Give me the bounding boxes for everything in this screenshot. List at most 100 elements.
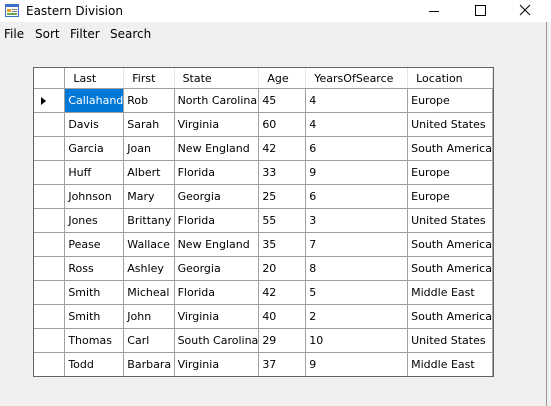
row-header[interactable] — [34, 328, 66, 353]
row-header[interactable] — [34, 208, 66, 233]
cell-location[interactable]: United States — [407, 112, 493, 137]
menu-filter[interactable]: Filter — [70, 26, 100, 42]
column-header-first[interactable]: First — [123, 68, 175, 89]
cell-years[interactable]: 7 — [305, 232, 409, 257]
menu-search[interactable]: Search — [110, 26, 151, 42]
cell-state[interactable]: Virginia — [174, 304, 260, 329]
table-row[interactable]: Smith John Virginia 40 2 South America — [34, 304, 493, 329]
cell-location[interactable]: South America — [407, 136, 493, 161]
cell-age[interactable]: 42 — [258, 280, 307, 305]
cell-state[interactable]: Georgia — [174, 256, 260, 281]
data-grid[interactable]: Last First State Age YearsOfSearce Locat… — [33, 67, 494, 377]
cell-first[interactable]: Rob — [123, 88, 175, 113]
close-button[interactable] — [503, 0, 549, 22]
menu-sort[interactable]: Sort — [35, 26, 60, 42]
row-header[interactable] — [34, 304, 66, 329]
cell-age[interactable]: 35 — [258, 232, 307, 257]
cell-age[interactable]: 42 — [258, 136, 307, 161]
cell-first[interactable]: Mary — [123, 184, 175, 209]
cell-location[interactable]: United States — [407, 208, 493, 233]
cell-first[interactable]: Sarah — [123, 112, 175, 137]
row-header[interactable] — [34, 160, 66, 185]
cell-last[interactable]: Jones — [64, 208, 125, 233]
cell-years[interactable]: 5 — [305, 280, 409, 305]
row-header[interactable] — [34, 256, 66, 281]
cell-location[interactable]: South America — [407, 256, 493, 281]
cell-last[interactable]: Pease — [64, 232, 125, 257]
cell-state[interactable]: South Carolina — [174, 328, 260, 353]
cell-years[interactable]: 9 — [305, 160, 409, 185]
cell-location[interactable]: Europe — [407, 184, 493, 209]
cell-state[interactable]: North Carolina — [174, 88, 260, 113]
cell-years[interactable]: 8 — [305, 256, 409, 281]
cell-last[interactable]: Garcia — [64, 136, 125, 161]
column-header-location[interactable]: Location — [407, 68, 493, 89]
table-row[interactable]: Garcia Joan New England 42 6 South Ameri… — [34, 136, 493, 161]
cell-first[interactable]: John — [123, 304, 175, 329]
cell-last[interactable]: Smith — [64, 280, 125, 305]
corner-header[interactable] — [34, 68, 66, 89]
cell-first[interactable]: Joan — [123, 136, 175, 161]
cell-location[interactable]: Middle East — [407, 352, 493, 376]
cell-years[interactable]: 6 — [305, 136, 409, 161]
cell-first[interactable]: Wallace — [123, 232, 175, 257]
cell-age[interactable]: 45 — [258, 88, 307, 113]
cell-age[interactable]: 33 — [258, 160, 307, 185]
cell-years[interactable]: 6 — [305, 184, 409, 209]
column-header-state[interactable]: State — [174, 68, 260, 89]
minimize-button[interactable] — [411, 0, 457, 22]
cell-state[interactable]: Florida — [174, 160, 260, 185]
cell-first[interactable]: Ashley — [123, 256, 175, 281]
table-row[interactable]: Jones Brittany Florida 55 3 United State… — [34, 208, 493, 233]
cell-location[interactable]: Europe — [407, 88, 493, 113]
cell-state[interactable]: Florida — [174, 208, 260, 233]
cell-last[interactable]: Callahand — [64, 88, 125, 113]
row-header[interactable] — [34, 184, 66, 209]
cell-last[interactable]: Huff — [64, 160, 125, 185]
cell-age[interactable]: 55 — [258, 208, 307, 233]
row-header[interactable] — [34, 112, 66, 137]
cell-state[interactable]: Florida — [174, 280, 260, 305]
cell-location[interactable]: Middle East — [407, 280, 493, 305]
cell-first[interactable]: Barbara — [123, 352, 175, 376]
cell-years[interactable]: 4 — [305, 88, 409, 113]
maximize-button[interactable] — [457, 0, 503, 22]
table-row[interactable]: Johnson Mary Georgia 25 6 Europe — [34, 184, 493, 209]
cell-last[interactable]: Smith — [64, 304, 125, 329]
row-header[interactable] — [34, 88, 66, 113]
row-header[interactable] — [34, 352, 66, 376]
table-row[interactable]: Smith Micheal Florida 42 5 Middle East — [34, 280, 493, 305]
table-row[interactable]: Todd Barbara Virginia 37 9 Middle East — [34, 352, 493, 376]
cell-age[interactable]: 29 — [258, 328, 307, 353]
cell-age[interactable]: 25 — [258, 184, 307, 209]
cell-last[interactable]: Johnson — [64, 184, 125, 209]
row-header[interactable] — [34, 280, 66, 305]
cell-first[interactable]: Albert — [123, 160, 175, 185]
menu-file[interactable]: File — [4, 26, 24, 42]
cell-state[interactable]: New England — [174, 232, 260, 257]
cell-age[interactable]: 20 — [258, 256, 307, 281]
cell-last[interactable]: Todd — [64, 352, 125, 376]
cell-age[interactable]: 60 — [258, 112, 307, 137]
table-row[interactable]: Thomas Carl South Carolina 29 10 United … — [34, 328, 493, 353]
table-row[interactable]: Huff Albert Florida 33 9 Europe — [34, 160, 493, 185]
table-row[interactable]: Pease Wallace New England 35 7 South Ame… — [34, 232, 493, 257]
cell-location[interactable]: Europe — [407, 160, 493, 185]
row-header[interactable] — [34, 232, 66, 257]
cell-years[interactable]: 10 — [305, 328, 409, 353]
table-row[interactable]: Davis Sarah Virginia 60 4 United States — [34, 112, 493, 137]
table-row[interactable]: Ross Ashley Georgia 20 8 South America — [34, 256, 493, 281]
cell-state[interactable]: New England — [174, 136, 260, 161]
cell-first[interactable]: Carl — [123, 328, 175, 353]
row-header[interactable] — [34, 136, 66, 161]
cell-years[interactable]: 9 — [305, 352, 409, 376]
cell-first[interactable]: Brittany — [123, 208, 175, 233]
cell-years[interactable]: 2 — [305, 304, 409, 329]
table-row[interactable]: Callahand Rob North Carolina 45 4 Europe — [34, 88, 493, 113]
cell-state[interactable]: Virginia — [174, 112, 260, 137]
cell-last[interactable]: Davis — [64, 112, 125, 137]
cell-years[interactable]: 3 — [305, 208, 409, 233]
cell-location[interactable]: South America — [407, 304, 493, 329]
column-header-last[interactable]: Last — [64, 68, 125, 89]
cell-last[interactable]: Ross — [64, 256, 125, 281]
